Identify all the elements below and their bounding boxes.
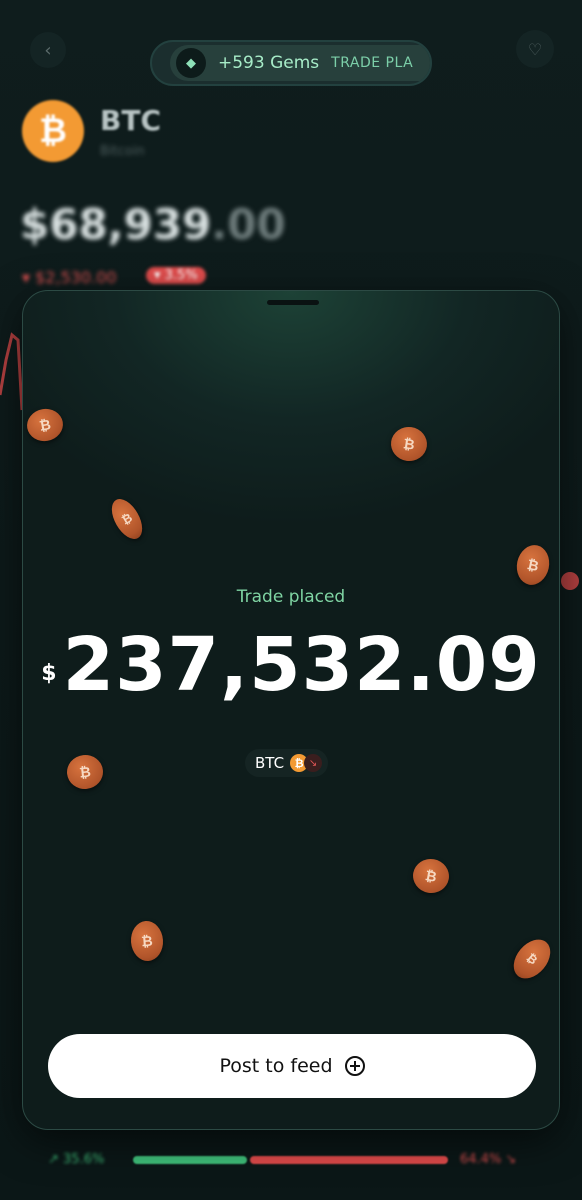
- bitcoin-icon: ₿: [129, 919, 165, 963]
- post-button-label: Post to feed: [219, 1055, 333, 1077]
- price-chart-line: [0, 332, 24, 411]
- price-cents: .00: [211, 200, 286, 249]
- gems-label: +593 Gems: [218, 53, 320, 73]
- gems-toast: ◆ +593 Gems TRADE PLA: [150, 40, 432, 86]
- gem-icon: ◆: [176, 48, 206, 78]
- bitcoin-icon: ₿: [24, 406, 66, 444]
- bitcoin-icon: ₿: [410, 856, 452, 896]
- chevron-left-icon: ‹: [44, 39, 52, 61]
- coin-price: $68,939.00: [20, 200, 286, 249]
- asset-ticker: BTC: [255, 754, 285, 772]
- bitcoin-icon: ₿: [506, 932, 558, 986]
- sell-bar: [250, 1156, 448, 1164]
- asset-chip: BTC ₿ ↘: [245, 749, 329, 777]
- back-button[interactable]: ‹: [30, 32, 66, 68]
- currency-symbol: $: [41, 661, 57, 686]
- coin-name: Bitcoin: [100, 144, 145, 159]
- favorite-button[interactable]: ♡: [516, 30, 554, 68]
- bitcoin-icon: ₿: [513, 542, 553, 588]
- bitcoin-logo: ₿: [22, 100, 84, 162]
- buy-percentage: ↗ 35.6%: [48, 1152, 105, 1167]
- gems-toast-inner: ◆ +593 Gems TRADE PLA: [170, 45, 430, 81]
- price-change: ▾ $2,530.00: [22, 268, 117, 287]
- trade-status-label: Trade placed: [236, 587, 346, 607]
- coin-ticker: BTC: [100, 104, 161, 137]
- heart-icon: ♡: [527, 39, 543, 59]
- bitcoin-icon: ₿: [65, 753, 105, 791]
- trend-down-icon: ↘: [304, 754, 323, 772]
- trade-placed-sheet: ₿ ₿ ₿ ₿ ₿ ₿ ₿ ₿ Trade placed $ 237,532.0…: [22, 290, 560, 1130]
- change-badge: ▾ 3.5%: [146, 267, 206, 284]
- amount-value: 237,532.09: [62, 622, 541, 708]
- bitcoin-icon: ₿: [388, 424, 430, 464]
- sheet-handle[interactable]: [267, 300, 319, 305]
- plus-circle-icon: [344, 1056, 365, 1076]
- trade-amount: $ 237,532.09: [23, 621, 559, 710]
- post-to-feed-button[interactable]: Post to feed: [48, 1034, 536, 1098]
- chart-marker: [561, 572, 579, 590]
- price-main: $68,939: [20, 200, 212, 249]
- sell-percentage: 64.4% ↘: [460, 1152, 517, 1167]
- gems-trade-text: TRADE PLA: [331, 55, 414, 71]
- buy-bar: [133, 1156, 247, 1164]
- bitcoin-icon: ₿: [105, 493, 149, 545]
